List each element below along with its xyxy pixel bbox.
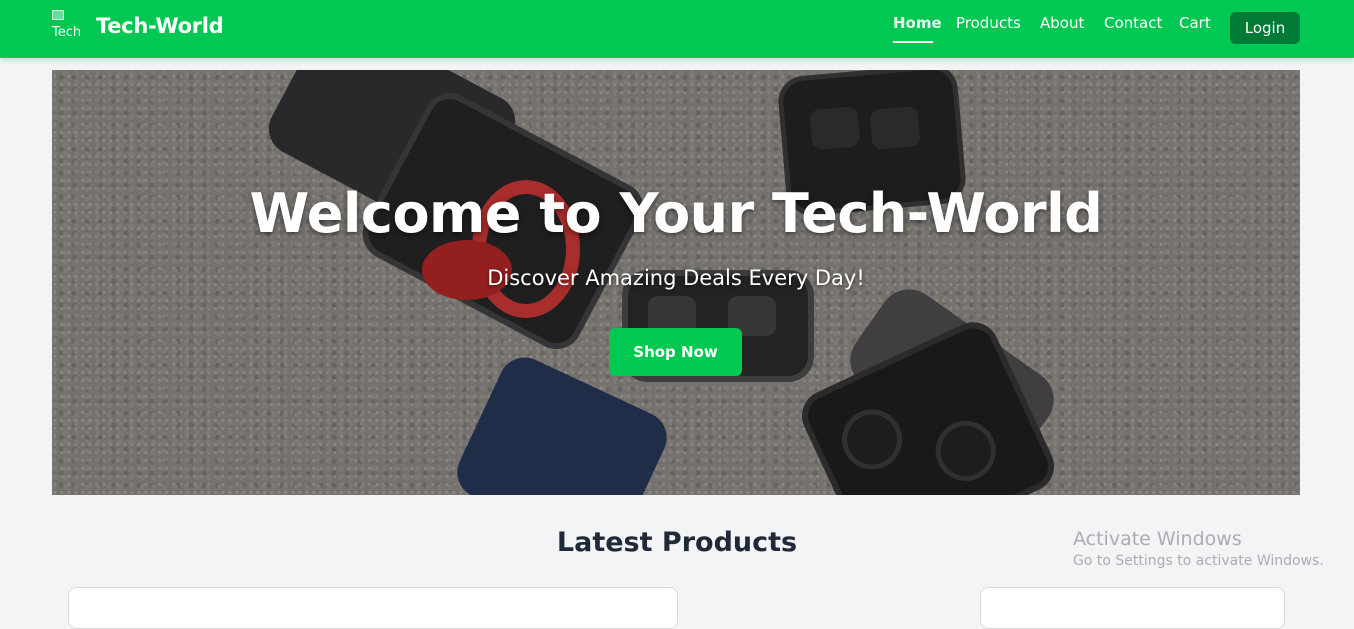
- activate-windows-title: Activate Windows: [1073, 528, 1242, 550]
- nav-link-contact[interactable]: Contact: [1104, 14, 1162, 32]
- hero-title: Welcome to Your Tech-World: [249, 182, 1103, 245]
- brand-name[interactable]: Tech-World: [96, 14, 224, 38]
- login-button[interactable]: Login: [1230, 12, 1300, 44]
- nav-link-about[interactable]: About: [1040, 14, 1084, 32]
- navbar: Tech Tech-World Home Products About Cont…: [0, 0, 1354, 58]
- activate-windows-subtitle: Go to Settings to activate Windows.: [1073, 553, 1324, 569]
- logo-image[interactable]: Tech: [52, 10, 88, 46]
- product-card[interactable]: [980, 587, 1285, 629]
- hero-subtitle: Discover Amazing Deals Every Day!: [487, 266, 865, 290]
- nav-link-home[interactable]: Home: [893, 14, 942, 32]
- active-link-underline: [893, 41, 933, 43]
- nav-link-cart[interactable]: Cart: [1179, 14, 1211, 32]
- product-card[interactable]: [68, 587, 678, 629]
- nav-link-products[interactable]: Products: [956, 14, 1021, 32]
- shop-now-button[interactable]: Shop Now: [609, 328, 742, 376]
- broken-image-icon: [52, 10, 64, 20]
- logo-alt-text: Tech: [52, 25, 82, 40]
- hero-banner: Welcome to Your Tech-World Discover Amaz…: [52, 70, 1300, 495]
